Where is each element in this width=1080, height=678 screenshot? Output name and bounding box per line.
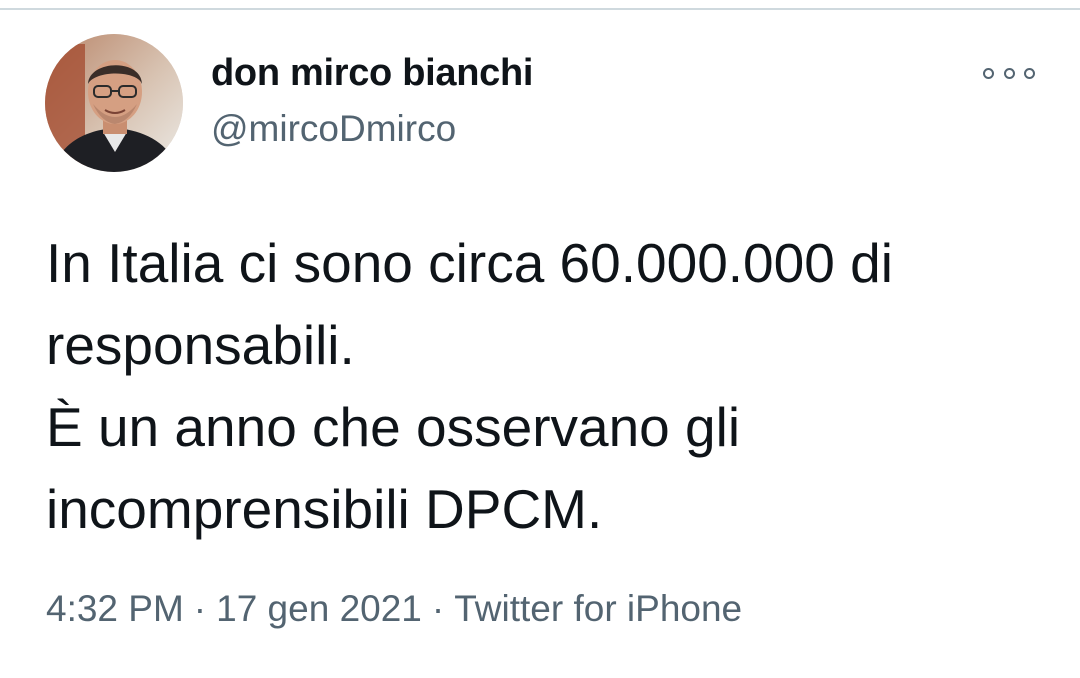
profile-photo-icon [45, 34, 183, 172]
tweet-source[interactable]: Twitter for iPhone [454, 588, 742, 629]
tweet-line: In Italia ci sono circa 60.000.000 di [46, 232, 893, 294]
more-options-button[interactable] [983, 60, 1035, 86]
more-dot-icon [1003, 67, 1015, 79]
more-dot-icon [983, 67, 994, 79]
tweet-meta: 4:32 PM · 17 gen 2021 · Twitter for iPhone [46, 588, 742, 630]
tweet-date[interactable]: 17 gen 2021 [216, 588, 422, 629]
tweet-card: don mirco bianchi @mircoDmirco In Italia… [0, 0, 1080, 678]
tweet-line: È un anno che osservano gli [46, 396, 741, 458]
tweet-line: responsabili. [46, 314, 355, 376]
tweet-text: In Italia ci sono circa 60.000.000 di re… [46, 222, 1056, 550]
more-dot-icon [1024, 67, 1035, 79]
avatar[interactable] [45, 34, 183, 172]
user-handle[interactable]: @mircoDmirco [211, 108, 456, 150]
display-name[interactable]: don mirco bianchi [211, 52, 533, 95]
meta-separator: · [193, 588, 207, 629]
meta-separator: · [431, 588, 445, 629]
tweet-time[interactable]: 4:32 PM [46, 588, 184, 629]
tweet-line: incomprensibili DPCM. [46, 478, 603, 540]
